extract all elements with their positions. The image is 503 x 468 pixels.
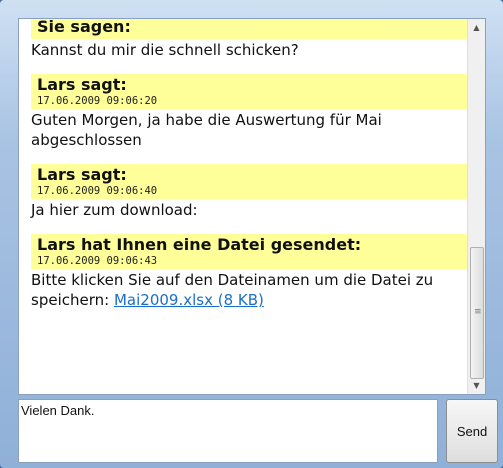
message-text: Kannst du mir die schnell schicken?	[31, 41, 299, 59]
message: Lars sagt: 17.06.2009 09:06:20 Guten Mor…	[31, 74, 467, 150]
vertical-scrollbar[interactable]: ▲ ≡ ▼	[467, 19, 485, 394]
chat-history[interactable]: Sie sagen: Kannst du mir die schnell sch…	[18, 18, 486, 395]
message-sender: Lars sagt:	[37, 165, 127, 184]
scrollbar-thumb[interactable]: ≡	[470, 247, 484, 379]
message-sender: Sie sagen:	[37, 18, 131, 36]
message-timestamp: 17.06.2009 09:06:40	[37, 185, 158, 197]
message-header: Lars sagt: 17.06.2009 09:06:40	[31, 164, 467, 199]
message-text: Ja hier zum download:	[31, 201, 198, 219]
message: Lars sagt: 17.06.2009 09:06:40 Ja hier z…	[31, 164, 467, 220]
message-header: Sie sagen:	[31, 18, 467, 39]
message-sender: Lars hat Ihnen eine Datei gesendet:	[37, 235, 362, 254]
scroll-up-arrow-icon[interactable]: ▲	[468, 19, 485, 36]
message-sender: Lars sagt:	[37, 75, 127, 94]
message-text: Bitte klicken Sie auf den Dateinamen um …	[31, 269, 467, 310]
message-header: Lars hat Ihnen eine Datei gesendet: 17.0…	[31, 234, 467, 269]
message-header: Lars sagt: 17.06.2009 09:06:20	[31, 74, 467, 109]
file-link[interactable]: Mai2009.xlsx (8 KB)	[114, 291, 264, 309]
message-input[interactable]: Vielen Dank.	[18, 399, 438, 463]
message-timestamp: 17.06.2009 09:06:20	[37, 95, 158, 107]
message-timestamp: 17.06.2009 09:06:43	[37, 255, 158, 267]
message: Sie sagen: Kannst du mir die schnell sch…	[31, 18, 467, 60]
send-button[interactable]: Send	[446, 399, 498, 463]
scroll-down-arrow-icon[interactable]: ▼	[468, 377, 485, 394]
message-text: Guten Morgen, ja habe die Auswertung für…	[31, 111, 382, 149]
grip-icon: ≡	[474, 307, 482, 317]
message: Lars hat Ihnen eine Datei gesendet: 17.0…	[31, 234, 467, 310]
message-list: Sie sagen: Kannst du mir die schnell sch…	[31, 18, 467, 324]
chat-window: Sie sagen: Kannst du mir die schnell sch…	[0, 0, 503, 468]
